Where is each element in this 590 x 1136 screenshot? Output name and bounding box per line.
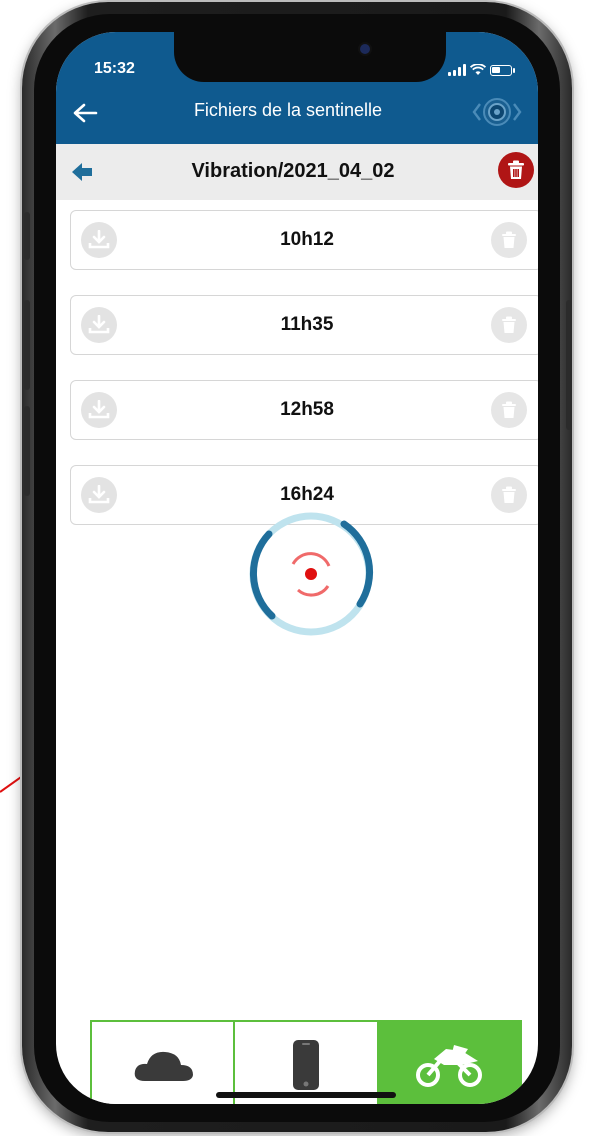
delete-file-button[interactable] [491,477,527,513]
motorcycle-icon [416,1045,483,1087]
delete-file-button[interactable] [491,222,527,258]
status-time: 15:32 [94,60,135,77]
phone-volume-up [24,300,30,390]
status-icons [448,62,518,78]
file-time-label: 16h24 [280,484,334,505]
download-button[interactable] [81,222,117,258]
wifi-icon [470,64,486,75]
download-icon [88,400,110,419]
delete-file-button[interactable] [491,392,527,428]
cellular-signal-icon [448,64,466,76]
folder-back-button[interactable] [66,156,98,188]
trash-icon [502,401,516,418]
delete-file-button[interactable] [491,307,527,343]
loading-spinner [249,512,374,636]
folder-title: Vibration/2021_04_02 [191,160,395,182]
download-icon [88,315,110,334]
app-title: Fichiers de la sentinelle [193,100,383,120]
tab-motorcycle[interactable] [378,1020,522,1104]
delete-folder-button[interactable] [498,152,534,188]
home-indicator[interactable] [216,1092,396,1098]
front-camera [360,44,370,54]
trash-icon [502,316,516,333]
download-icon [88,230,110,249]
battery-icon [490,64,515,76]
arrow-left-icon [73,103,98,123]
file-time-label: 10h12 [280,229,334,250]
file-row[interactable]: 10h12 [70,210,538,270]
phone-volume-down [24,406,30,496]
download-button[interactable] [81,477,117,513]
app-back-button[interactable] [70,98,100,128]
trash-icon [508,160,524,179]
device-stage: 15:32 Fichiers de la sentinelle Vibratio… [0,0,590,1136]
download-button[interactable] [81,307,117,343]
sentinel-sensor-icon [472,98,522,126]
file-time-label: 12h58 [280,399,334,420]
tab-cloud[interactable] [90,1020,236,1104]
phone-screen: 15:32 Fichiers de la sentinelle Vibratio… [56,32,538,1104]
download-button[interactable] [81,392,117,428]
file-row[interactable]: 12h58 [70,380,538,440]
spinner-center-dot [305,568,317,580]
cloud-icon [134,1051,193,1081]
folder-header: Vibration/2021_04_02 [56,144,538,200]
sentinel-sensor-button[interactable] [466,90,528,134]
arrow-left-icon [72,163,92,181]
file-time-label: 11h35 [280,314,334,335]
app-top-bar: 15:32 Fichiers de la sentinelle [56,32,538,144]
phone-side-button [24,212,30,260]
phone-power-button [566,300,572,430]
file-row[interactable]: 11h35 [70,295,538,355]
phone-icon [292,1040,319,1090]
trash-icon [502,231,516,248]
phone-notch [174,32,446,82]
download-icon [88,485,110,504]
trash-icon [502,486,516,503]
